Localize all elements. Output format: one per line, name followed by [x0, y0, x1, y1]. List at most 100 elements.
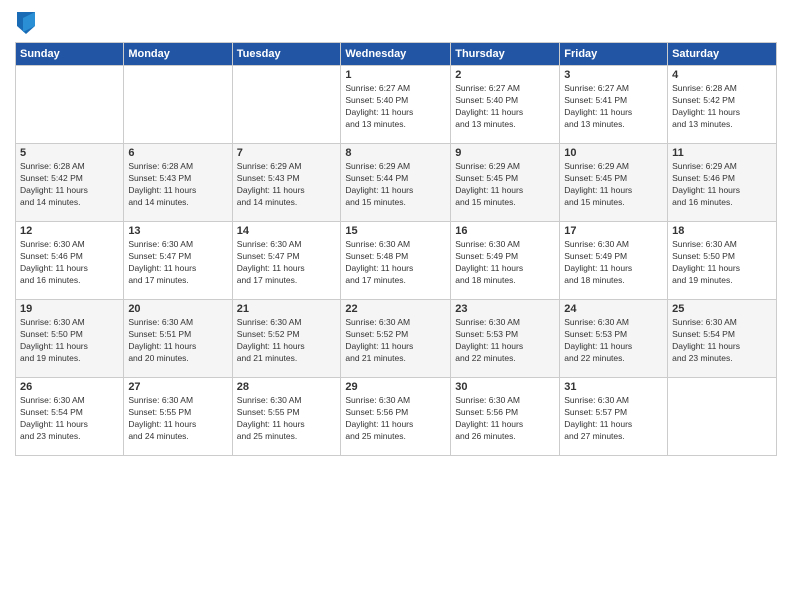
calendar-cell: 28Sunrise: 6:30 AM Sunset: 5:55 PM Dayli…: [232, 378, 341, 456]
day-info: Sunrise: 6:30 AM Sunset: 5:48 PM Dayligh…: [345, 239, 446, 287]
day-number: 13: [128, 225, 227, 237]
weekday-header: Wednesday: [341, 43, 451, 66]
calendar-cell: 17 Sunrise: 6:30 AM Sunset: 5:49 PM Dayli…: [560, 222, 668, 300]
day-number: 10: [564, 147, 663, 159]
day-info: Sunrise: 6:29 AM Sunset: 5:45 PM Dayligh…: [455, 161, 555, 209]
calendar-cell: 20 Sunrise: 6:30 AM Sunset: 5:51 PM Dayli…: [124, 300, 232, 378]
calendar-cell: [232, 66, 341, 144]
day-number: 12: [20, 225, 119, 237]
calendar-cell: 3 Sunrise: 6:27 AM Sunset: 5:41 PM Daylig…: [560, 66, 668, 144]
day-number: 23: [455, 303, 555, 315]
day-info: Sunrise: 6:28 AM Sunset: 5:43 PM Dayligh…: [128, 161, 227, 209]
calendar-cell: 26Sunrise: 6:30 AM Sunset: 5:54 PM Dayli…: [16, 378, 124, 456]
day-number: 11: [672, 147, 772, 159]
day-info: Sunrise: 6:30 AM Sunset: 5:53 PM Dayligh…: [455, 317, 555, 365]
day-info: Sunrise: 6:29 AM Sunset: 5:46 PM Dayligh…: [672, 161, 772, 209]
day-number: 24: [564, 303, 663, 315]
calendar-cell: 5 Sunrise: 6:28 AM Sunset: 5:42 PM Daylig…: [16, 144, 124, 222]
calendar-cell: 7 Sunrise: 6:29 AM Sunset: 5:43 PM Daylig…: [232, 144, 341, 222]
calendar-cell: 13 Sunrise: 6:30 AM Sunset: 5:47 PM Dayli…: [124, 222, 232, 300]
day-number: 16: [455, 225, 555, 237]
calendar-cell: 27 Sunrise: 6:30 AM Sunset: 5:55 PM Dayli…: [124, 378, 232, 456]
calendar-cell: 25 Sunrise: 6:30 AM Sunset: 5:54 PM Dayli…: [668, 300, 777, 378]
day-number: 9: [455, 147, 555, 159]
calendar-cell: 14 Sunrise: 6:30 AM Sunset: 5:47 PM Dayli…: [232, 222, 341, 300]
day-info: Sunrise: 6:29 AM Sunset: 5:44 PM Dayligh…: [345, 161, 446, 209]
calendar-cell: 29 Sunrise: 6:30 AM Sunset: 5:56 PM Dayli…: [341, 378, 451, 456]
day-info: Sunrise: 6:30 AM Sunset: 5:51 PM Dayligh…: [128, 317, 227, 365]
weekday-header: Tuesday: [232, 43, 341, 66]
day-number: 20: [128, 303, 227, 315]
calendar-week-row: 19 Sunrise: 6:30 AM Sunset: 5:50 PM Dayli…: [16, 300, 777, 378]
day-info: Sunrise: 6:30 AM Sunset: 5:46 PM Dayligh…: [20, 239, 119, 287]
calendar-cell: 11 Sunrise: 6:29 AM Sunset: 5:46 PM Dayli…: [668, 144, 777, 222]
calendar-week-row: 5 Sunrise: 6:28 AM Sunset: 5:42 PM Daylig…: [16, 144, 777, 222]
calendar-week-row: 26Sunrise: 6:30 AM Sunset: 5:54 PM Dayli…: [16, 378, 777, 456]
calendar-cell: 31 Sunrise: 6:30 AM Sunset: 5:57 PM Dayli…: [560, 378, 668, 456]
calendar-cell: 24 Sunrise: 6:30 AM Sunset: 5:53 PM Dayli…: [560, 300, 668, 378]
calendar-cell: 1 Sunrise: 6:27 AM Sunset: 5:40 PM Daylig…: [341, 66, 451, 144]
calendar-cell: 16Sunrise: 6:30 AM Sunset: 5:49 PM Dayli…: [451, 222, 560, 300]
calendar-cell: 19 Sunrise: 6:30 AM Sunset: 5:50 PM Dayli…: [16, 300, 124, 378]
day-info: Sunrise: 6:29 AM Sunset: 5:43 PM Dayligh…: [237, 161, 337, 209]
logo-icon: [17, 12, 35, 34]
day-info: Sunrise: 6:30 AM Sunset: 5:52 PM Dayligh…: [237, 317, 337, 365]
page: SundayMondayTuesdayWednesdayThursdayFrid…: [0, 0, 792, 612]
day-info: Sunrise: 6:27 AM Sunset: 5:40 PM Dayligh…: [345, 83, 446, 131]
day-info: Sunrise: 6:28 AM Sunset: 5:42 PM Dayligh…: [672, 83, 772, 131]
day-number: 1: [345, 69, 446, 81]
day-number: 15: [345, 225, 446, 237]
day-info: Sunrise: 6:30 AM Sunset: 5:47 PM Dayligh…: [237, 239, 337, 287]
day-number: 28: [237, 381, 337, 393]
calendar-cell: [668, 378, 777, 456]
calendar-cell: 2 Sunrise: 6:27 AM Sunset: 5:40 PM Daylig…: [451, 66, 560, 144]
calendar-cell: 8 Sunrise: 6:29 AM Sunset: 5:44 PM Daylig…: [341, 144, 451, 222]
day-info: Sunrise: 6:30 AM Sunset: 5:55 PM Dayligh…: [128, 395, 227, 443]
day-info: Sunrise: 6:30 AM Sunset: 5:56 PM Dayligh…: [345, 395, 446, 443]
calendar-cell: 12 Sunrise: 6:30 AM Sunset: 5:46 PM Dayli…: [16, 222, 124, 300]
day-number: 5: [20, 147, 119, 159]
day-number: 6: [128, 147, 227, 159]
day-info: Sunrise: 6:27 AM Sunset: 5:40 PM Dayligh…: [455, 83, 555, 131]
day-number: 25: [672, 303, 772, 315]
day-number: 26: [20, 381, 119, 393]
day-number: 2: [455, 69, 555, 81]
day-number: 14: [237, 225, 337, 237]
day-number: 30: [455, 381, 555, 393]
weekday-header: Monday: [124, 43, 232, 66]
calendar-cell: 9 Sunrise: 6:29 AM Sunset: 5:45 PM Daylig…: [451, 144, 560, 222]
calendar-cell: [124, 66, 232, 144]
day-info: Sunrise: 6:28 AM Sunset: 5:42 PM Dayligh…: [20, 161, 119, 209]
day-info: Sunrise: 6:30 AM Sunset: 5:50 PM Dayligh…: [20, 317, 119, 365]
day-info: Sunrise: 6:30 AM Sunset: 5:52 PM Dayligh…: [345, 317, 446, 365]
day-info: Sunrise: 6:30 AM Sunset: 5:54 PM Dayligh…: [672, 317, 772, 365]
day-number: 4: [672, 69, 772, 81]
day-info: Sunrise: 6:30 AM Sunset: 5:53 PM Dayligh…: [564, 317, 663, 365]
calendar-cell: [16, 66, 124, 144]
day-number: 7: [237, 147, 337, 159]
weekday-header: Saturday: [668, 43, 777, 66]
day-number: 8: [345, 147, 446, 159]
day-info: Sunrise: 6:29 AM Sunset: 5:45 PM Dayligh…: [564, 161, 663, 209]
calendar-cell: 4 Sunrise: 6:28 AM Sunset: 5:42 PM Daylig…: [668, 66, 777, 144]
calendar-cell: 10 Sunrise: 6:29 AM Sunset: 5:45 PM Dayli…: [560, 144, 668, 222]
day-number: 31: [564, 381, 663, 393]
calendar-cell: 23 Sunrise: 6:30 AM Sunset: 5:53 PM Dayli…: [451, 300, 560, 378]
day-number: 22: [345, 303, 446, 315]
day-info: Sunrise: 6:30 AM Sunset: 5:57 PM Dayligh…: [564, 395, 663, 443]
weekday-header: Thursday: [451, 43, 560, 66]
calendar: SundayMondayTuesdayWednesdayThursdayFrid…: [15, 42, 777, 456]
day-info: Sunrise: 6:27 AM Sunset: 5:41 PM Dayligh…: [564, 83, 663, 131]
calendar-week-row: 1 Sunrise: 6:27 AM Sunset: 5:40 PM Daylig…: [16, 66, 777, 144]
header: [15, 10, 777, 34]
calendar-cell: 30Sunrise: 6:30 AM Sunset: 5:56 PM Dayli…: [451, 378, 560, 456]
day-number: 3: [564, 69, 663, 81]
calendar-header-row: SundayMondayTuesdayWednesdayThursdayFrid…: [16, 43, 777, 66]
day-info: Sunrise: 6:30 AM Sunset: 5:47 PM Dayligh…: [128, 239, 227, 287]
day-info: Sunrise: 6:30 AM Sunset: 5:49 PM Dayligh…: [564, 239, 663, 287]
calendar-cell: 18Sunrise: 6:30 AM Sunset: 5:50 PM Dayli…: [668, 222, 777, 300]
day-number: 29: [345, 381, 446, 393]
day-number: 17: [564, 225, 663, 237]
day-number: 19: [20, 303, 119, 315]
day-number: 27: [128, 381, 227, 393]
